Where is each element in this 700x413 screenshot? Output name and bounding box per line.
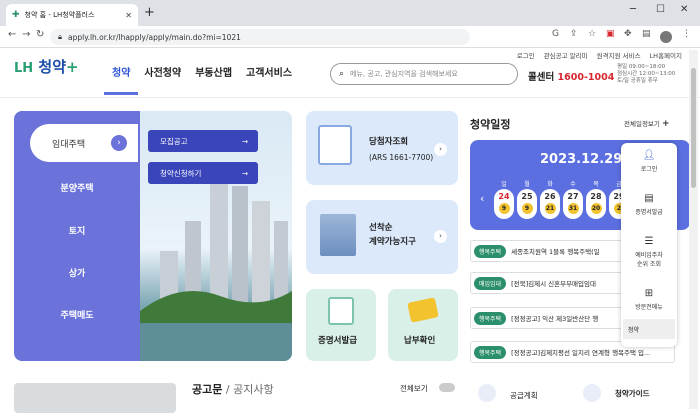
call-center: 콜센터 1600-1004 [528,72,615,83]
profile-avatar[interactable] [660,31,672,43]
schedule-title: 청약일정 [470,118,511,131]
search-input[interactable]: ⌕ 메뉴, 공고, 관심지역을 검색해보세요 [330,63,518,85]
puzzle-icon[interactable]: ✥ [624,29,632,39]
apply-button[interactable]: 청약신청하기 → [148,162,258,184]
winner-lookup-ars: (ARS 1661-7700) [369,153,434,162]
schedule-date: 2023.12.29 [540,152,623,167]
calendar-day[interactable]: 27 31 [563,189,583,219]
nav-apply[interactable]: 청약 [103,64,140,95]
header-divider [0,97,700,98]
tab-title: 청약 홈 - LH청약플러스 [24,11,95,19]
extension-icon[interactable]: ▣ [606,29,615,39]
quick-login[interactable]: 👤︎ 로그인 [621,150,677,173]
count-badge: 21 [544,203,556,214]
prev-week-icon[interactable]: ‹ [480,192,484,205]
search-placeholder: 메뉴, 공고, 관심지역을 검색해보세요 [350,70,458,78]
quick-recent-item[interactable]: 청약 [623,319,675,339]
call-hours: 평일 09:00~18:00 점심시간 12:00~13:00 토/일 공휴일 … [617,64,676,84]
search-icon: ⌕ [339,69,345,79]
nav-customer-service[interactable]: 고객서비스 [246,64,292,79]
main-nav: 청약 사전청약 부동산맵 고객서비스 [103,64,292,95]
scrollbar-thumb[interactable] [691,68,696,188]
tab-announcements[interactable]: 공지사항 [233,383,273,396]
quick-certificate[interactable]: ▤ 증명서발급 [621,193,677,216]
nav-pre-apply[interactable]: 사전청약 [144,64,181,79]
guide-icon [583,384,601,402]
plus-icon: + [661,119,670,129]
util-login[interactable]: 로그인 [517,50,535,60]
count-badge: 20 [590,203,602,214]
weekday-label: 월 [524,181,530,188]
quick-visited-menu[interactable]: ⊞ 방문전메뉴 [621,288,677,311]
document-icon: ▤ [644,193,654,204]
weekday-label: 화 [547,181,553,188]
calendar-day[interactable]: 26 21 [540,189,560,219]
winner-lookup-title: 당첨자조회 [369,137,409,147]
menu-dots-icon[interactable]: ⋮ [682,29,691,39]
share-icon[interactable]: ⇪ [570,29,578,39]
url-field[interactable]: 🔒︎ apply.lh.or.kr/lhapply/apply/main.do?… [50,29,470,45]
certificate-icon [328,297,354,325]
calendar-day[interactable]: 28 20 [586,189,606,219]
forward-icon[interactable]: → [22,29,30,40]
back-icon[interactable]: ← [8,29,16,40]
lock-icon: 🔒︎ [58,32,62,41]
maximize-icon[interactable]: ☐ [656,4,665,15]
browser-tab[interactable]: ✚ 청약 홈 - LH청약플러스 ✕ [6,4,138,26]
arrow-right-icon[interactable]: › [434,143,447,156]
menu-house-sale[interactable]: 주택매도 [14,308,140,321]
nav-realestate-map[interactable]: 부동산맵 [195,64,232,79]
calendar-icon [478,384,496,402]
quick-waitlist[interactable]: ☰ 예비입주자 순위 조회 [621,236,677,268]
schedule-more-link[interactable]: 전체일정보기 + [624,118,670,129]
supply-plan-link[interactable]: 공급계획 [510,390,538,401]
apply-guide-link[interactable]: 청약가이드 [615,388,650,399]
view-all-toggle[interactable] [439,383,455,392]
menu-sale-housing[interactable]: 분양주택 [14,181,140,194]
document-icon [318,125,352,165]
arrow-right-icon[interactable]: › [434,230,447,243]
user-icon: 👤︎ [642,150,656,161]
tab-notice[interactable]: 공고문 [192,383,222,396]
calendar-day[interactable]: 24 9 [494,189,514,219]
building-icon [320,214,356,256]
sidepanel-icon[interactable]: ▤ [642,29,651,39]
util-lh-home[interactable]: LH홈페이지 [650,50,682,60]
grid-icon: ⊞ [644,288,654,299]
favicon-icon: ✚ [12,10,20,20]
utility-links: 로그인 관심공고 알리미 원격지원 서비스 LH홈페이지 [517,50,682,60]
new-tab-button[interactable]: + [144,5,155,20]
scrollbar[interactable] [689,50,698,409]
bookmark-star-icon[interactable]: ☆ [588,29,596,39]
count-badge: 9 [498,203,510,214]
calendar-day[interactable]: 25 9 [517,189,537,219]
notice-tabs: 공고문 / 공지사항 [192,383,274,396]
list-icon: ☰ [644,236,654,247]
view-all-link[interactable]: 전체보기 [400,383,428,394]
menu-commercial[interactable]: 상가 [14,266,140,279]
close-window-icon[interactable]: ✕ [680,4,688,15]
util-alert[interactable]: 관심공고 알리미 [544,50,588,60]
site-logo[interactable]: LH 청약+ [14,56,79,77]
first-come-title: 선착순 [369,223,393,233]
first-come-subtitle: 계약가능지구 [369,237,416,247]
util-remote[interactable]: 원격지원 서비스 [597,50,641,60]
menu-land[interactable]: 토지 [14,224,140,237]
url-text: apply.lh.or.kr/lhapply/apply/main.do?mi=… [68,32,241,42]
google-icon[interactable]: G [552,29,559,39]
notice-button[interactable]: 모집공고 → [148,130,258,152]
payment-label: 납부확인 [404,336,436,346]
count-badge: 31 [567,203,579,214]
certificate-label: 증명서발급 [318,336,358,346]
close-tab-icon[interactable]: ✕ [125,11,132,20]
reload-icon[interactable]: ↻ [36,29,44,40]
weekday-label: 목 [593,181,599,188]
weekday-label: 수 [570,181,576,188]
chevron-right-icon[interactable]: › [111,135,127,151]
count-badge: 9 [521,203,533,214]
minimize-icon[interactable]: ─ [630,4,636,15]
weekday-label: 일 [501,181,507,188]
